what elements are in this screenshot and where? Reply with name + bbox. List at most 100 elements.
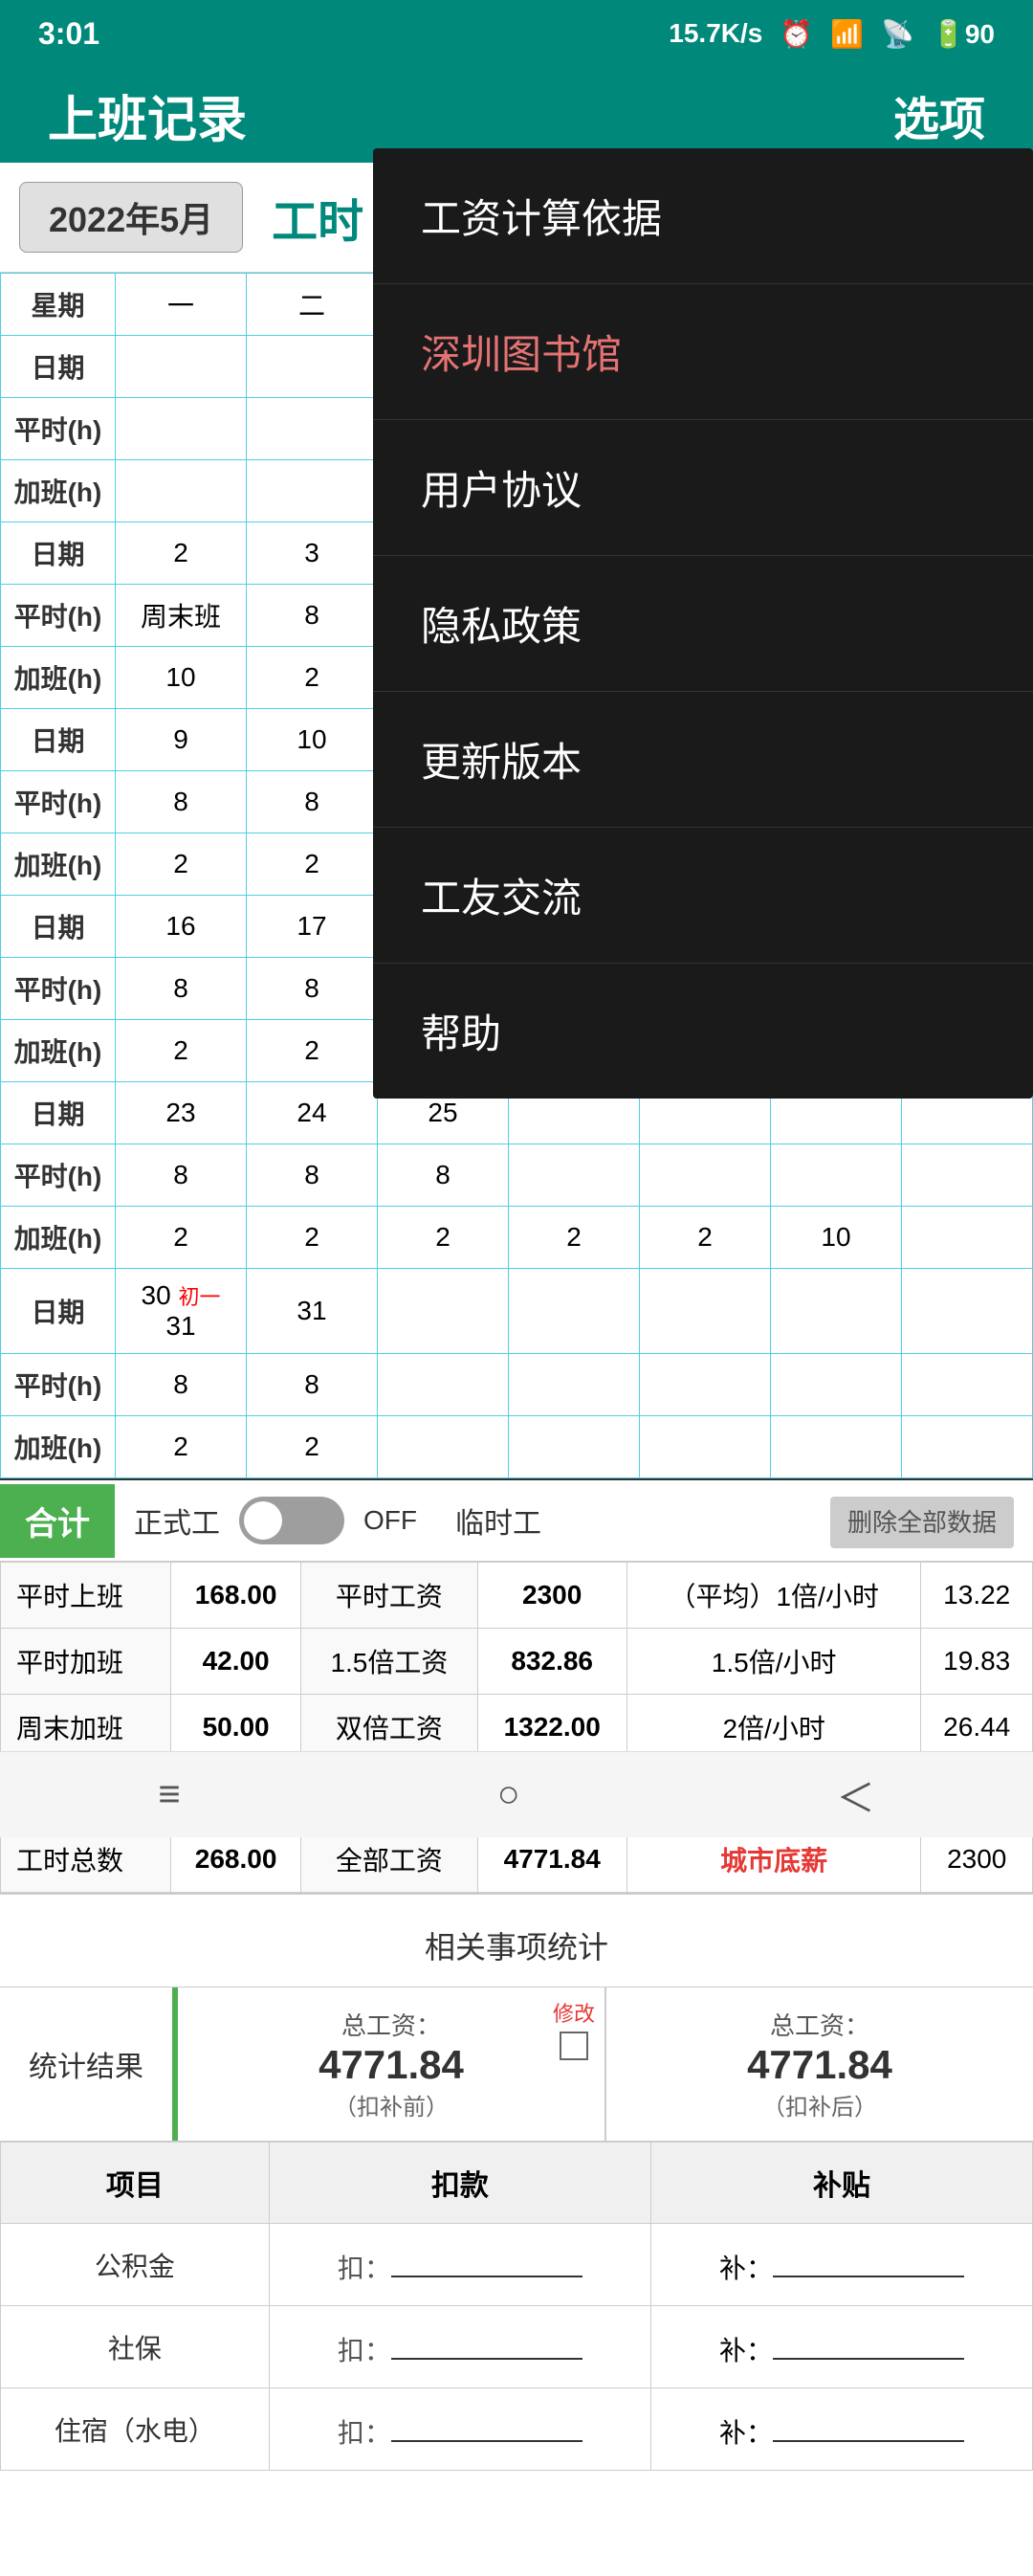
linshi-label: 临时工 [436,1490,560,1551]
table-cell[interactable] [902,1269,1033,1354]
table-cell[interactable] [771,1416,902,1478]
table-cell[interactable] [771,1144,902,1207]
items-table: 项目 扣款 补贴 公积金 扣： 补： 社保 扣： 补： [0,2142,1033,2471]
table-cell[interactable] [378,1354,509,1416]
table-cell[interactable]: 10 [771,1207,902,1269]
table-cell[interactable]: 8 [247,771,378,833]
table-cell[interactable]: 2 [247,1416,378,1478]
table-cell[interactable]: 2 [247,1020,378,1082]
menu-item-wage-basis[interactable]: 工资计算依据 [373,148,1033,284]
toggle-button[interactable] [239,1497,344,1544]
table-cell[interactable]: 10 [247,709,378,771]
subsidy-cell-shebao[interactable]: 补： [650,2306,1032,2388]
table-cell[interactable]: 周末班 [116,585,247,647]
table-cell[interactable] [509,1269,640,1354]
table-cell[interactable] [640,1354,771,1416]
subsidy-cell-zhushu[interactable]: 补： [650,2388,1032,2471]
table-cell[interactable]: 2 [116,1020,247,1082]
table-cell[interactable] [640,1144,771,1207]
subsidy-input-shebao[interactable] [773,2325,964,2360]
table-cell[interactable]: 8 [116,1144,247,1207]
table-cell[interactable]: 2 [247,647,378,709]
table-cell[interactable] [902,1207,1033,1269]
table-cell[interactable]: 8 [247,585,378,647]
table-cell[interactable] [509,1144,640,1207]
month-label[interactable]: 2022年5月 [19,182,243,253]
table-cell[interactable]: 2 [116,833,247,896]
table-cell[interactable]: 2 [247,833,378,896]
table-cell[interactable] [116,398,247,460]
options-button[interactable]: 选项 [893,81,985,148]
deduct-cell-zhushu[interactable]: 扣： [269,2388,650,2471]
deduct-input-shebao[interactable] [391,2325,582,2360]
items-table-header: 项目 扣款 补贴 [1,2143,1033,2224]
table-cell[interactable] [771,1269,902,1354]
table-cell[interactable]: 8 [116,771,247,833]
table-cell[interactable]: 2 [116,1207,247,1269]
table-cell[interactable]: 23 [116,1082,247,1144]
table-cell[interactable] [116,336,247,398]
table-cell[interactable] [902,1416,1033,1478]
table-cell[interactable]: 16 [116,896,247,958]
nav-menu-icon[interactable]: ≡ [158,1773,180,1816]
menu-item-community[interactable]: 工友交流 [373,828,1033,964]
table-cell[interactable] [247,336,378,398]
table-cell[interactable]: 9 [116,709,247,771]
table-cell[interactable] [509,1354,640,1416]
table-cell[interactable]: 8 [247,958,378,1020]
table-cell[interactable] [378,1416,509,1478]
wage-type-value[interactable]: 2300 [477,1563,626,1629]
table-cell[interactable]: 17 [247,896,378,958]
table-cell[interactable]: 30 初一31 [116,1269,247,1354]
table-cell[interactable] [247,460,378,522]
table-cell[interactable]: 2 [116,1416,247,1478]
subsidy-input-zhushu[interactable] [773,2408,964,2442]
table-cell[interactable]: 2 [116,522,247,585]
table-cell[interactable]: 8 [116,1354,247,1416]
deduct-cell-gongjijin[interactable]: 扣： [269,2224,650,2306]
table-cell[interactable]: 31 [247,1269,378,1354]
row-label-date: 日期 [1,1269,116,1354]
table-cell[interactable] [640,1269,771,1354]
table-cell[interactable] [509,1416,640,1478]
table-cell[interactable]: 2 [640,1207,771,1269]
deduct-input-zhushu[interactable] [391,2408,582,2442]
table-cell[interactable]: 2 [509,1207,640,1269]
wifi-icon: 📡 [881,18,914,50]
menu-item-privacy[interactable]: 隐私政策 [373,556,1033,692]
table-cell[interactable] [902,1354,1033,1416]
menu-item-help[interactable]: 帮助 [373,964,1033,1099]
table-cell[interactable] [116,460,247,522]
alarm-icon: ⏰ [780,18,813,50]
menu-item-user-agreement[interactable]: 用户协议 [373,420,1033,556]
table-cell[interactable] [902,1144,1033,1207]
row-label-pingshi: 平时(h) [1,585,116,647]
modify-button[interactable]: 修改 [553,1997,595,2060]
table-cell[interactable]: 3 [247,522,378,585]
menu-item-update[interactable]: 更新版本 [373,692,1033,828]
menu-item-library[interactable]: 深圳图书馆 [373,284,1033,420]
table-cell[interactable]: 8 [247,1144,378,1207]
delete-all-button[interactable]: 删除全部数据 [830,1497,1014,1548]
item-label-shebao: 社保 [1,2306,270,2388]
table-cell[interactable] [771,1354,902,1416]
subsidy-input-gongjijin[interactable] [773,2243,964,2277]
modify-checkbox[interactable] [560,2032,588,2060]
table-cell[interactable]: 8 [378,1144,509,1207]
table-cell[interactable] [640,1416,771,1478]
table-cell[interactable] [378,1269,509,1354]
table-cell[interactable] [247,398,378,460]
table-cell[interactable]: 24 [247,1082,378,1144]
table-cell[interactable]: 2 [247,1207,378,1269]
deduct-input-gongjijin[interactable] [391,2243,582,2277]
nav-home-icon[interactable]: ○ [497,1773,520,1816]
nav-back-icon[interactable]: ＜ [837,1767,875,1823]
table-cell[interactable]: 8 [116,958,247,1020]
deduct-cell-shebao[interactable]: 扣： [269,2306,650,2388]
table-cell: 一 [116,274,247,336]
table-cell[interactable]: 2 [378,1207,509,1269]
table-cell[interactable]: 10 [116,647,247,709]
after-deduct-title: 总工资： [770,2007,869,2042]
table-cell[interactable]: 8 [247,1354,378,1416]
subsidy-cell-gongjijin[interactable]: 补： [650,2224,1032,2306]
